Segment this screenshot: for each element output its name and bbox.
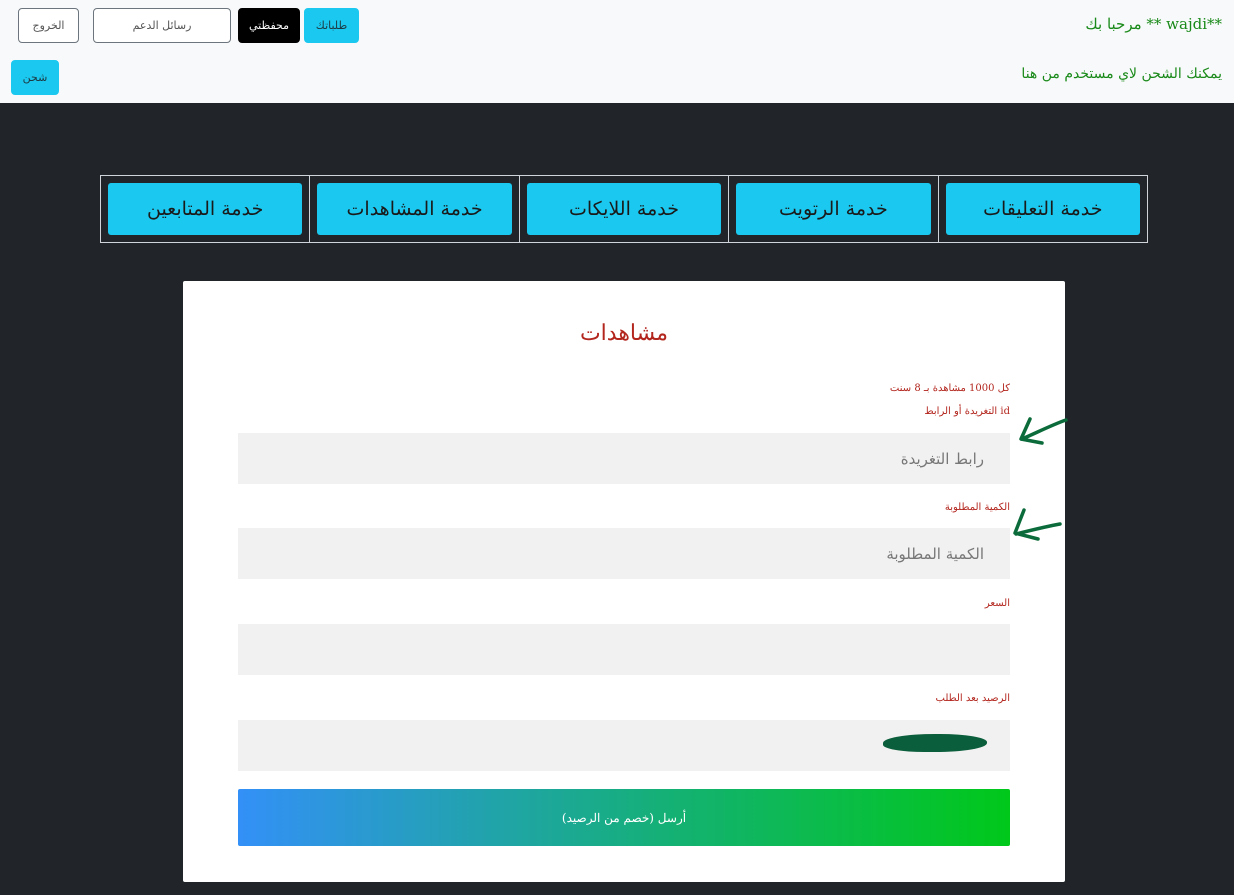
followers-service-button[interactable]: خدمة المتابعين xyxy=(107,183,303,235)
form-title: مشاهدات xyxy=(579,321,669,346)
charge-button[interactable]: شحن xyxy=(11,60,59,95)
orders-button[interactable]: طلباتك xyxy=(304,8,359,43)
services-nav: خدمة التعليقات خدمة الرتويت خدمة اللايكا… xyxy=(100,175,1148,243)
top-header: مرحبا بك ** wajdi** يمكنك الشحن لاي مستخ… xyxy=(0,0,1234,103)
tweet-link-input[interactable] xyxy=(238,433,1010,484)
retweet-service-button[interactable]: خدمة الرتويت xyxy=(736,183,931,235)
wallet-button[interactable]: محفظتي xyxy=(238,8,300,43)
service-cell: خدمة التعليقات xyxy=(937,176,1147,242)
logout-button[interactable]: الخروج xyxy=(18,8,79,43)
comments-service-button[interactable]: خدمة التعليقات xyxy=(945,183,1140,235)
service-cell: خدمة المشاهدات xyxy=(309,176,518,242)
service-cell: خدمة الرتويت xyxy=(728,176,937,242)
views-service-button[interactable]: خدمة المشاهدات xyxy=(317,183,512,235)
price-label: السعر xyxy=(984,598,1010,609)
service-cell: خدمة المتابعين xyxy=(101,176,309,242)
price-note: كل 1000 مشاهدة بـ 8 سنت xyxy=(889,383,1010,394)
quantity-label: الكمية المطلوبة xyxy=(944,502,1010,513)
price-field xyxy=(238,624,1010,675)
order-form-card: مشاهدات كل 1000 مشاهدة بـ 8 سنت id التغر… xyxy=(183,281,1065,882)
tweet-link-label: id التغريدة أو الرابط xyxy=(924,406,1010,417)
balance-after-label: الرصيد بعد الطلب xyxy=(935,693,1010,704)
quantity-input[interactable] xyxy=(238,528,1010,579)
likes-service-button[interactable]: خدمة اللايكات xyxy=(526,183,722,235)
charge-note: يمكنك الشحن لاي مستخدم من هنا xyxy=(1021,66,1222,82)
support-messages-button[interactable]: رسائل الدعم xyxy=(93,8,231,43)
submit-order-button[interactable]: أرسل (خصم من الرصيد) xyxy=(238,789,1010,846)
welcome-message: مرحبا بك ** wajdi** xyxy=(1085,15,1222,33)
redaction-scribble xyxy=(883,734,987,752)
service-cell: خدمة اللايكات xyxy=(518,176,728,242)
